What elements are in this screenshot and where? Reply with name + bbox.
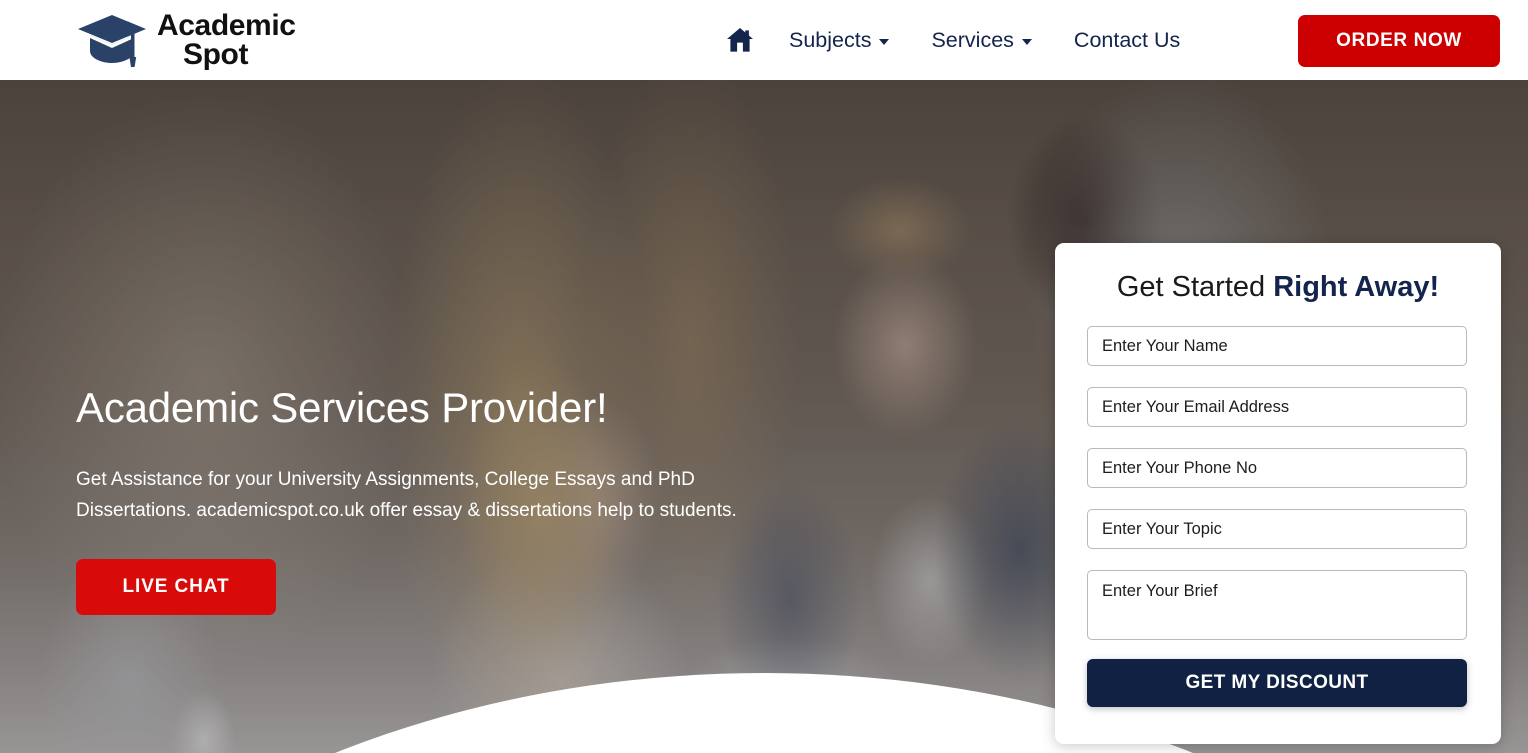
chevron-down-icon [879,39,890,45]
nav-item-services-label: Services [931,27,1014,52]
nav-item-subjects[interactable]: Subjects [768,28,910,53]
chevron-down-icon [1021,39,1032,45]
form-title-highlight: Right Away! [1273,271,1440,303]
site-header: Academic Spot Subjects Services Contact … [0,0,1528,80]
email-input[interactable] [1087,387,1467,427]
main-navigation: Subjects Services Contact Us [726,0,1201,80]
brief-textarea[interactable] [1087,570,1467,640]
hero-subtitle: Get Assistance for your University Assig… [76,469,737,521]
name-input[interactable] [1087,326,1467,366]
hero-section: Academic Services Provider! Get Assistan… [0,80,1528,753]
nav-item-subjects-label: Subjects [789,27,872,52]
logo-line-1: Academic [157,9,296,42]
site-logo[interactable]: Academic Spot [76,9,296,72]
phone-input[interactable] [1087,448,1467,488]
form-title: Get Started Right Away! [1087,271,1469,304]
form-title-normal: Get Started [1116,271,1274,303]
nav-item-contact-us[interactable]: Contact Us [1053,28,1201,53]
nav-item-contact-us-label: Contact Us [1073,27,1181,52]
nav-item-services[interactable]: Services [910,28,1052,53]
order-now-button[interactable]: ORDER NOW [1298,15,1500,67]
nav-item-home[interactable] [726,27,768,53]
lead-capture-form-card: Get Started Right Away! GET MY DISCOUNT [1055,243,1501,744]
topic-input[interactable] [1087,509,1467,549]
graduation-cap-icon [78,15,146,68]
logo-line-2: Spot [183,38,249,72]
live-chat-button[interactable]: LIVE CHAT [76,558,276,615]
get-my-discount-button[interactable]: GET MY DISCOUNT [1087,659,1467,707]
hero-copy-block: Academic Services Provider! Get Assistan… [76,384,786,615]
hero-title: Academic Services Provider! [76,384,608,431]
home-icon [727,28,753,52]
logo-wordmark: Academic Spot [157,9,296,72]
